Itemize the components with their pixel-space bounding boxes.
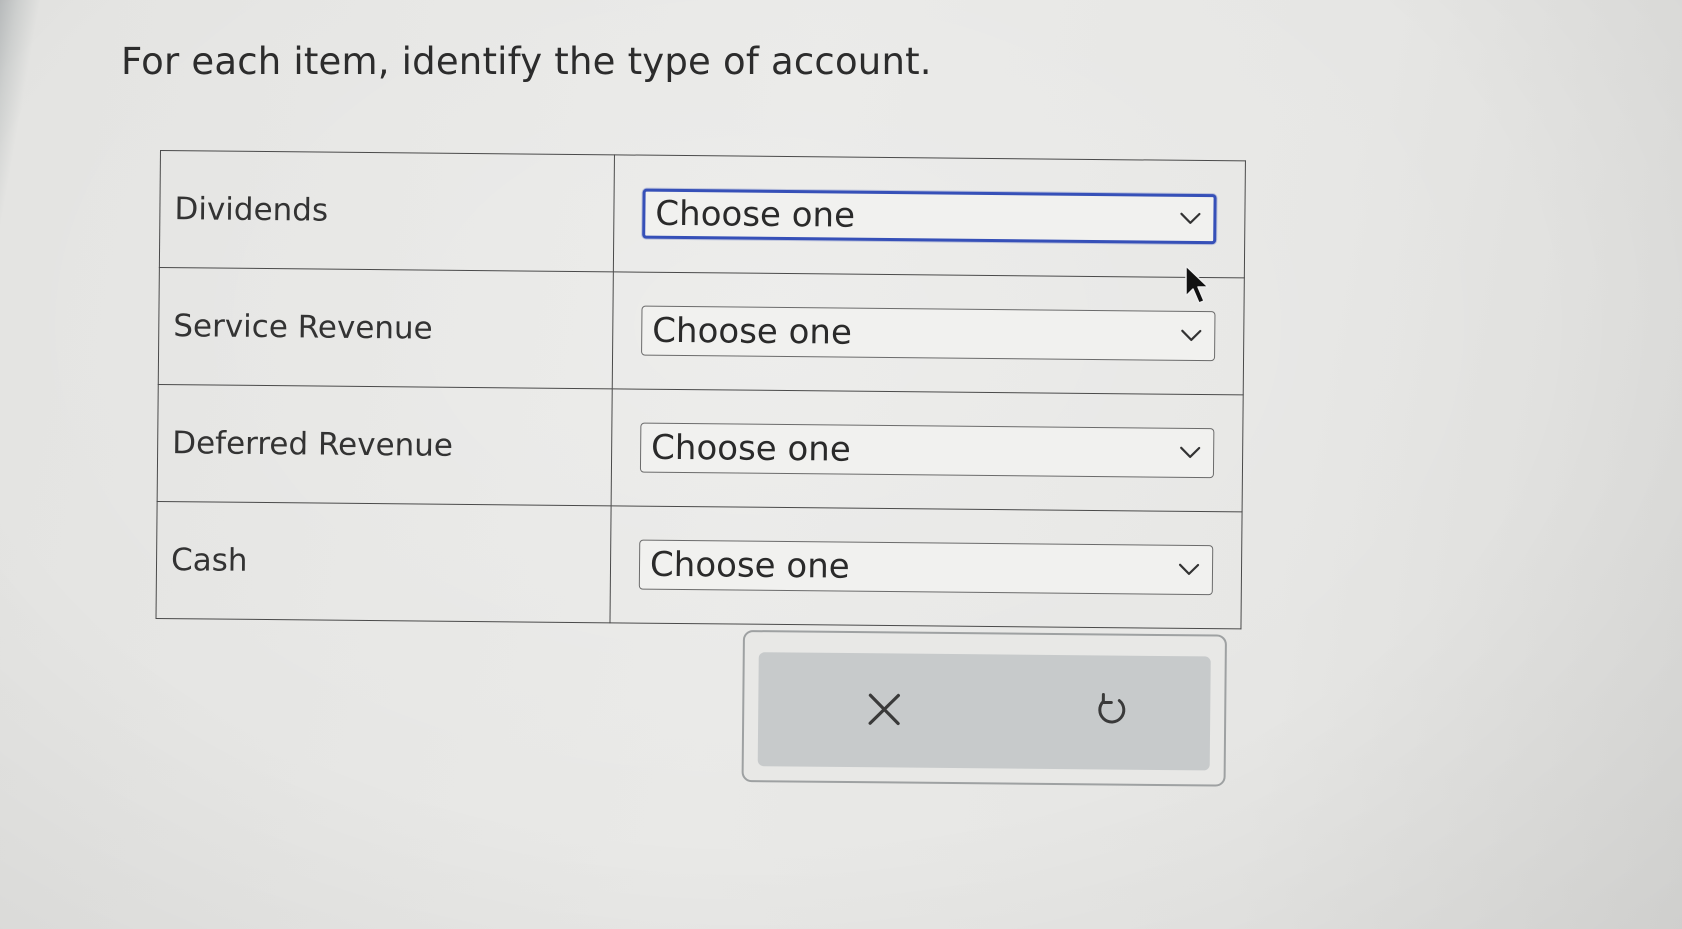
dropdown-selected-value: Choose one xyxy=(649,544,850,587)
answer-action-panel xyxy=(741,630,1227,787)
account-type-dropdown-dividends[interactable]: Choose one xyxy=(642,188,1217,245)
undo-icon xyxy=(1098,692,1126,724)
item-label-cash: Cash xyxy=(156,501,612,623)
chevron-down-icon xyxy=(1178,563,1200,575)
account-type-table: Dividends Choose one Service Revenue Cho… xyxy=(155,150,1246,629)
select-cell: Choose one xyxy=(613,154,1246,278)
chevron-down-icon xyxy=(1181,329,1202,342)
chevron-down-icon xyxy=(1180,212,1201,224)
account-type-dropdown-service-revenue[interactable]: Choose one xyxy=(641,305,1216,362)
dropdown-selected-value: Choose one xyxy=(650,427,851,470)
select-cell: Choose one xyxy=(611,388,1244,512)
select-cell: Choose one xyxy=(609,505,1243,629)
action-button-bar xyxy=(757,652,1211,771)
clear-answer-button[interactable] xyxy=(856,681,913,738)
dropdown-selected-value: Choose one xyxy=(652,310,853,353)
account-type-dropdown-cash[interactable]: Choose one xyxy=(638,539,1214,596)
account-type-dropdown-deferred-revenue[interactable]: Choose one xyxy=(639,422,1215,479)
table-row: Cash Choose one xyxy=(156,501,1243,629)
account-table-container: Dividends Choose one Service Revenue Cho… xyxy=(155,150,1246,629)
item-label-dividends: Dividends xyxy=(159,150,615,272)
select-cell: Choose one xyxy=(612,271,1245,395)
page: { "prompt": "For each item, identify the… xyxy=(0,0,1682,929)
item-label-service-revenue: Service Revenue xyxy=(158,267,614,389)
chevron-down-icon xyxy=(1180,446,1201,459)
table-row: Service Revenue Choose one xyxy=(158,267,1245,395)
close-icon xyxy=(868,693,900,726)
question-prompt: For each item, identify the type of acco… xyxy=(121,40,932,83)
table-row: Deferred Revenue Choose one xyxy=(157,384,1244,512)
dropdown-selected-value: Choose one xyxy=(655,193,856,236)
table-row: Dividends Choose one xyxy=(159,150,1246,278)
item-label-deferred-revenue: Deferred Revenue xyxy=(157,384,613,506)
undo-button[interactable] xyxy=(1083,683,1140,740)
